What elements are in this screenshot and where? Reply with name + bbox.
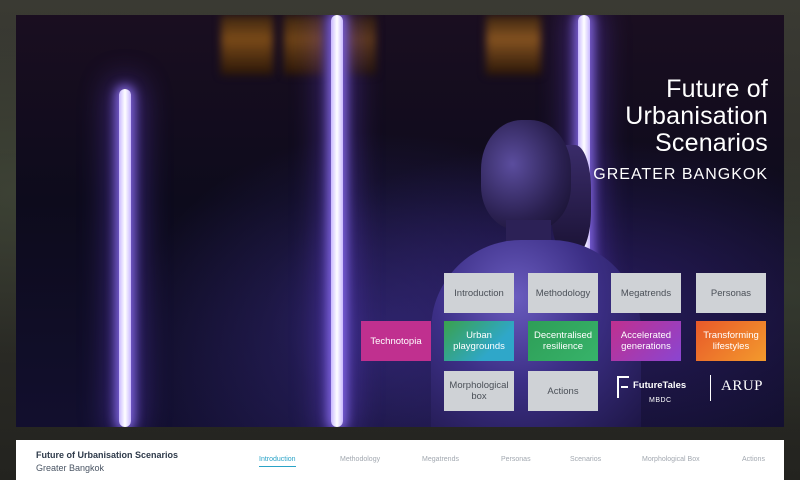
futuretales-logo-text: FutureTales bbox=[633, 380, 687, 391]
background-window-light bbox=[346, 15, 376, 75]
hero-subtitle: GREATER BANGKOK bbox=[593, 166, 768, 183]
tile-accelerated-generations[interactable]: Accelerated generations bbox=[611, 321, 681, 361]
background-window-light bbox=[486, 15, 541, 75]
partner-logos: FutureTales MBDC ARUP bbox=[617, 372, 767, 412]
tile-megatrends[interactable]: Megatrends bbox=[611, 273, 681, 313]
bottom-navbar: Future of Urbanisation Scenarios Greater… bbox=[16, 440, 784, 480]
background-window-light bbox=[221, 15, 273, 75]
futuretales-logo-byline: MBDC bbox=[649, 397, 672, 404]
hero-title-line: Scenarios bbox=[655, 129, 768, 157]
tile-technotopia[interactable]: Technotopia bbox=[361, 321, 431, 361]
tile-personas[interactable]: Personas bbox=[696, 273, 766, 313]
navbar-subtitle: Greater Bangkok bbox=[36, 463, 105, 473]
arup-logo-icon: ARUP bbox=[721, 378, 764, 394]
tile-introduction[interactable]: Introduction bbox=[444, 273, 514, 313]
nav-link-methodology[interactable]: Methodology bbox=[340, 456, 380, 463]
navbar-title: Future of Urbanisation Scenarios bbox=[36, 450, 179, 460]
tile-methodology[interactable]: Methodology bbox=[528, 273, 598, 313]
nav-link-morphological-box[interactable]: Morphological Box bbox=[642, 456, 700, 463]
neon-tube-light bbox=[119, 89, 131, 427]
tile-decentralised-resilience[interactable]: Decentralised resilience bbox=[528, 321, 598, 361]
nav-link-personas[interactable]: Personas bbox=[501, 456, 531, 463]
tile-urban-playgrounds[interactable]: Urban playgrounds bbox=[444, 321, 514, 361]
hero-title-block: Future of Urbanisation Scenarios GREATER… bbox=[593, 76, 768, 184]
futuretales-logo-icon bbox=[617, 376, 629, 398]
tile-morphological-box[interactable]: Morphological box bbox=[444, 371, 514, 411]
nav-link-scenarios[interactable]: Scenarios bbox=[570, 456, 601, 463]
background-window-light bbox=[284, 15, 324, 75]
tile-transforming-lifestyles[interactable]: Transforming lifestyles bbox=[696, 321, 766, 361]
logo-divider bbox=[710, 375, 711, 401]
nav-link-megatrends[interactable]: Megatrends bbox=[422, 456, 459, 463]
hero-title-line: Urbanisation bbox=[625, 102, 768, 130]
nav-link-actions[interactable]: Actions bbox=[742, 456, 765, 463]
nav-link-introduction[interactable]: Introduction bbox=[259, 456, 296, 467]
hero-title-line: Future of bbox=[666, 75, 768, 103]
neon-tube-light bbox=[331, 15, 343, 427]
tile-actions[interactable]: Actions bbox=[528, 371, 598, 411]
